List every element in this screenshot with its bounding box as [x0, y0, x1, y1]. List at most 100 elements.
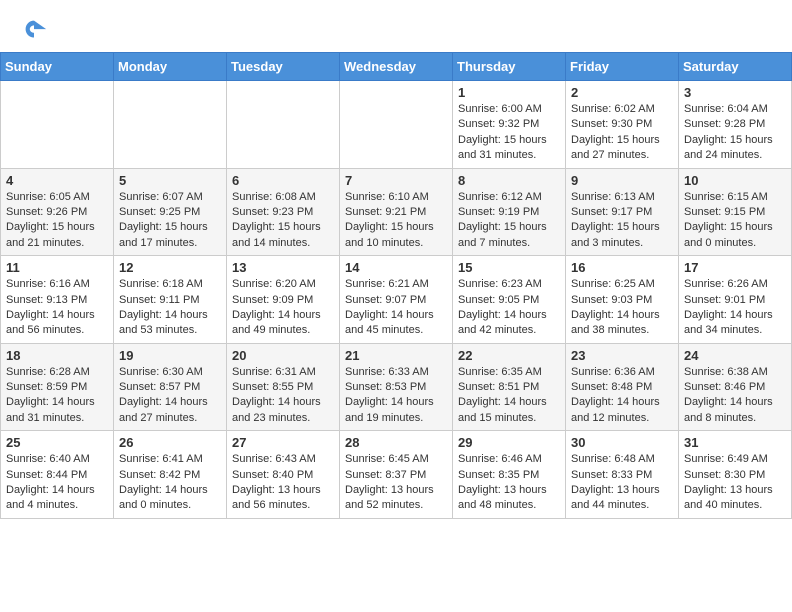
day-info: Sunrise: 6:26 AM Sunset: 9:01 PM Dayligh…: [684, 277, 786, 339]
weekday-header-tuesday: Tuesday: [227, 53, 340, 81]
week-row-3: 11 Sunrise: 6:16 AM Sunset: 9:13 PM Dayli…: [1, 256, 792, 344]
day-number: 17: [684, 260, 786, 275]
day-info: Sunrise: 6:05 AM Sunset: 9:26 PM Dayligh…: [6, 190, 108, 252]
day-cell-13: 13Sunrise: 6:20 AM Sunset: 9:09 PM Dayli…: [227, 256, 340, 344]
day-info: Sunrise: 6:31 AM Sunset: 8:55 PM Dayligh…: [232, 365, 334, 427]
week-row-2: 4 Sunrise: 6:05 AM Sunset: 9:26 PM Daylig…: [1, 168, 792, 256]
day-info: Sunrise: 6:04 AM Sunset: 9:28 PM Dayligh…: [684, 102, 786, 164]
day-info: Sunrise: 6:48 AM Sunset: 8:33 PM Dayligh…: [571, 452, 673, 514]
day-info: Sunrise: 6:28 AM Sunset: 8:59 PM Dayligh…: [6, 365, 108, 427]
empty-cell: [114, 81, 227, 169]
day-cell-6: 6 Sunrise: 6:08 AM Sunset: 9:23 PM Daylig…: [227, 168, 340, 256]
day-info: Sunrise: 6:33 AM Sunset: 8:53 PM Dayligh…: [345, 365, 447, 427]
weekday-header-wednesday: Wednesday: [340, 53, 453, 81]
day-number: 11: [6, 260, 108, 275]
logo: [20, 16, 52, 44]
day-info: Sunrise: 6:08 AM Sunset: 9:23 PM Dayligh…: [232, 190, 334, 252]
logo-icon: [20, 16, 48, 44]
empty-cell: [1, 81, 114, 169]
day-info: Sunrise: 6:07 AM Sunset: 9:25 PM Dayligh…: [119, 190, 221, 252]
day-info: Sunrise: 6:46 AM Sunset: 8:35 PM Dayligh…: [458, 452, 560, 514]
day-info: Sunrise: 6:30 AM Sunset: 8:57 PM Dayligh…: [119, 365, 221, 427]
day-cell-26: 26 Sunrise: 6:41 AM Sunset: 8:42 PM Dayli…: [114, 431, 227, 519]
day-cell-28: 28 Sunrise: 6:45 AM Sunset: 8:37 PM Dayli…: [340, 431, 453, 519]
day-number: 8: [458, 173, 560, 188]
day-info: Sunrise: 6:18 AM Sunset: 9:11 PM Dayligh…: [119, 277, 221, 339]
day-cell-23: 23 Sunrise: 6:36 AM Sunset: 8:48 PM Dayli…: [566, 343, 679, 431]
day-number: 4: [6, 173, 108, 188]
day-cell-20: 20Sunrise: 6:31 AM Sunset: 8:55 PM Dayli…: [227, 343, 340, 431]
day-info: Sunrise: 6:02 AM Sunset: 9:30 PM Dayligh…: [571, 102, 673, 164]
day-number: 28: [345, 435, 447, 450]
day-number: 26: [119, 435, 221, 450]
day-info: Sunrise: 6:21 AM Sunset: 9:07 PM Dayligh…: [345, 277, 447, 339]
weekday-header-sunday: Sunday: [1, 53, 114, 81]
day-cell-9: 9 Sunrise: 6:13 AM Sunset: 9:17 PM Daylig…: [566, 168, 679, 256]
day-number: 21: [345, 348, 447, 363]
day-info: Sunrise: 6:43 AM Sunset: 8:40 PM Dayligh…: [232, 452, 334, 514]
day-cell-14: 14 Sunrise: 6:21 AM Sunset: 9:07 PM Dayli…: [340, 256, 453, 344]
header: [0, 0, 792, 52]
day-cell-2: 2 Sunrise: 6:02 AM Sunset: 9:30 PM Daylig…: [566, 81, 679, 169]
day-number: 24: [684, 348, 786, 363]
weekday-header-monday: Monday: [114, 53, 227, 81]
day-cell-15: 15 Sunrise: 6:23 AM Sunset: 9:05 PM Dayli…: [453, 256, 566, 344]
day-info: Sunrise: 6:10 AM Sunset: 9:21 PM Dayligh…: [345, 190, 447, 252]
day-info: Sunrise: 6:13 AM Sunset: 9:17 PM Dayligh…: [571, 190, 673, 252]
day-cell-24: 24 Sunrise: 6:38 AM Sunset: 8:46 PM Dayli…: [679, 343, 792, 431]
day-cell-19: 19Sunrise: 6:30 AM Sunset: 8:57 PM Dayli…: [114, 343, 227, 431]
day-number: 18: [6, 348, 108, 363]
day-number: 16: [571, 260, 673, 275]
day-info: Sunrise: 6:38 AM Sunset: 8:46 PM Dayligh…: [684, 365, 786, 427]
day-cell-3: 3Sunrise: 6:04 AM Sunset: 9:28 PM Daylig…: [679, 81, 792, 169]
weekday-header-row: SundayMondayTuesdayWednesdayThursdayFrid…: [1, 53, 792, 81]
day-number: 13: [232, 260, 334, 275]
empty-cell: [340, 81, 453, 169]
day-info: Sunrise: 6:16 AM Sunset: 9:13 PM Dayligh…: [6, 277, 108, 339]
day-cell-21: 21 Sunrise: 6:33 AM Sunset: 8:53 PM Dayli…: [340, 343, 453, 431]
day-number: 14: [345, 260, 447, 275]
weekday-header-saturday: Saturday: [679, 53, 792, 81]
day-info: Sunrise: 6:40 AM Sunset: 8:44 PM Dayligh…: [6, 452, 108, 514]
day-cell-25: 25 Sunrise: 6:40 AM Sunset: 8:44 PM Dayli…: [1, 431, 114, 519]
day-info: Sunrise: 6:25 AM Sunset: 9:03 PM Dayligh…: [571, 277, 673, 339]
day-cell-11: 11 Sunrise: 6:16 AM Sunset: 9:13 PM Dayli…: [1, 256, 114, 344]
day-cell-12: 12 Sunrise: 6:18 AM Sunset: 9:11 PM Dayli…: [114, 256, 227, 344]
day-number: 15: [458, 260, 560, 275]
day-number: 6: [232, 173, 334, 188]
day-number: 22: [458, 348, 560, 363]
day-cell-5: 5 Sunrise: 6:07 AM Sunset: 9:25 PM Daylig…: [114, 168, 227, 256]
day-number: 29: [458, 435, 560, 450]
day-cell-27: 27Sunrise: 6:43 AM Sunset: 8:40 PM Dayli…: [227, 431, 340, 519]
day-number: 23: [571, 348, 673, 363]
day-cell-31: 31 Sunrise: 6:49 AM Sunset: 8:30 PM Dayli…: [679, 431, 792, 519]
day-number: 31: [684, 435, 786, 450]
day-number: 12: [119, 260, 221, 275]
day-number: 7: [345, 173, 447, 188]
day-cell-17: 17 Sunrise: 6:26 AM Sunset: 9:01 PM Dayli…: [679, 256, 792, 344]
day-cell-10: 10Sunrise: 6:15 AM Sunset: 9:15 PM Dayli…: [679, 168, 792, 256]
day-info: Sunrise: 6:45 AM Sunset: 8:37 PM Dayligh…: [345, 452, 447, 514]
day-info: Sunrise: 6:12 AM Sunset: 9:19 PM Dayligh…: [458, 190, 560, 252]
day-number: 25: [6, 435, 108, 450]
week-row-4: 18 Sunrise: 6:28 AM Sunset: 8:59 PM Dayli…: [1, 343, 792, 431]
day-number: 30: [571, 435, 673, 450]
day-number: 5: [119, 173, 221, 188]
week-row-1: 1 Sunrise: 6:00 AM Sunset: 9:32 PM Daylig…: [1, 81, 792, 169]
day-info: Sunrise: 6:36 AM Sunset: 8:48 PM Dayligh…: [571, 365, 673, 427]
day-cell-8: 8 Sunrise: 6:12 AM Sunset: 9:19 PM Daylig…: [453, 168, 566, 256]
day-number: 9: [571, 173, 673, 188]
day-info: Sunrise: 6:15 AM Sunset: 9:15 PM Dayligh…: [684, 190, 786, 252]
day-cell-22: 22Sunrise: 6:35 AM Sunset: 8:51 PM Dayli…: [453, 343, 566, 431]
day-info: Sunrise: 6:41 AM Sunset: 8:42 PM Dayligh…: [119, 452, 221, 514]
day-number: 1: [458, 85, 560, 100]
day-cell-7: 7 Sunrise: 6:10 AM Sunset: 9:21 PM Daylig…: [340, 168, 453, 256]
calendar: SundayMondayTuesdayWednesdayThursdayFrid…: [0, 52, 792, 519]
day-info: Sunrise: 6:23 AM Sunset: 9:05 PM Dayligh…: [458, 277, 560, 339]
day-number: 2: [571, 85, 673, 100]
day-cell-30: 30 Sunrise: 6:48 AM Sunset: 8:33 PM Dayli…: [566, 431, 679, 519]
day-cell-4: 4 Sunrise: 6:05 AM Sunset: 9:26 PM Daylig…: [1, 168, 114, 256]
day-info: Sunrise: 6:49 AM Sunset: 8:30 PM Dayligh…: [684, 452, 786, 514]
day-info: Sunrise: 6:00 AM Sunset: 9:32 PM Dayligh…: [458, 102, 560, 164]
day-cell-29: 29 Sunrise: 6:46 AM Sunset: 8:35 PM Dayli…: [453, 431, 566, 519]
